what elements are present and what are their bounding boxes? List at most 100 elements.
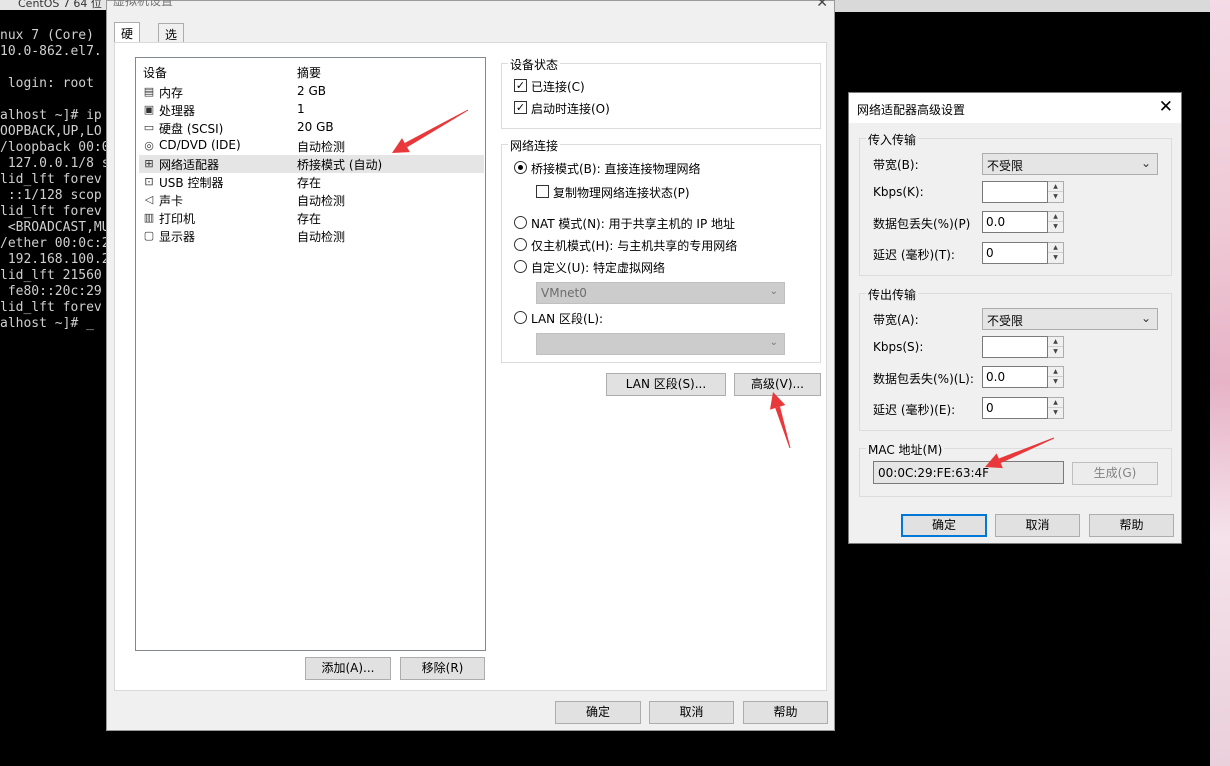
outgoing-latency-stepper[interactable]: 0 ▲ ▼	[982, 397, 1064, 419]
spin-down-icon[interactable]: ▼	[1048, 408, 1063, 418]
device-row[interactable]: ▣ 处理器 1	[139, 101, 484, 119]
ok-button[interactable]: 确定	[555, 701, 641, 724]
replicate-state-checkbox[interactable]	[536, 185, 549, 198]
device-row[interactable]: ⊡ USB 控制器 存在	[139, 173, 484, 191]
spin-down-icon[interactable]: ▼	[1048, 222, 1063, 232]
incoming-latency-input[interactable]: 0	[982, 242, 1048, 264]
tab-hardware[interactable]: 硬件	[114, 22, 141, 58]
spin-up-icon[interactable]: ▲	[1048, 182, 1063, 192]
advanced-title-bar: 网络适配器高级设置 ✕	[849, 93, 1181, 123]
lan-segment-select[interactable]: ⌄	[536, 333, 785, 355]
spin-up-icon[interactable]: ▲	[1048, 243, 1063, 253]
incoming-loss-input[interactable]: 0.0	[982, 211, 1048, 233]
spin-up-icon[interactable]: ▲	[1048, 337, 1063, 347]
outgoing-kbps-input[interactable]	[982, 336, 1048, 358]
outgoing-loss-stepper[interactable]: 0.0 ▲ ▼	[982, 366, 1064, 388]
vmnet-value: VMnet0	[541, 286, 587, 300]
custom-radio[interactable]	[514, 260, 527, 273]
outgoing-latency-input[interactable]: 0	[982, 397, 1048, 419]
cd-dvd-icon: ◎	[144, 139, 154, 152]
terminal-line: lid_lft forev	[0, 300, 102, 315]
bridged-radio[interactable]	[514, 161, 527, 174]
mac-title: MAC 地址(M)	[866, 441, 945, 458]
lan-segment-radio[interactable]	[514, 311, 527, 324]
help-button[interactable]: 帮助	[743, 701, 828, 724]
add-device-button[interactable]: 添加(A)...	[305, 657, 391, 680]
terminal-line: OOPBACK,UP,LO	[0, 124, 102, 139]
outgoing-loss-input[interactable]: 0.0	[982, 366, 1048, 388]
advanced-cancel-button[interactable]: 取消	[995, 514, 1080, 537]
spin-down-icon[interactable]: ▼	[1048, 347, 1063, 357]
terminal-line: lid_lft 21560	[0, 268, 102, 283]
spin-up-icon[interactable]: ▲	[1048, 398, 1063, 408]
device-summary: 自动检测	[297, 194, 346, 208]
close-icon[interactable]: ✕	[1159, 97, 1173, 117]
device-summary: 1	[297, 102, 305, 116]
incoming-bandwidth-value: 不受限	[987, 159, 1024, 173]
network-connection-title: 网络连接	[508, 137, 561, 154]
advanced-help-button[interactable]: 帮助	[1089, 514, 1174, 537]
device-summary: 2 GB	[297, 84, 326, 98]
advanced-ok-button[interactable]: 确定	[901, 514, 987, 537]
close-icon[interactable]: ✕	[816, 0, 828, 11]
advanced-button[interactable]: 高级(V)...	[734, 373, 821, 396]
hard-disk-icon: ▭	[143, 121, 155, 134]
taskbar-tab-label: CentOS 7 64 位	[18, 0, 102, 10]
spin-down-icon[interactable]: ▼	[1048, 192, 1063, 202]
generate-mac-button[interactable]: 生成(G)	[1072, 462, 1158, 485]
summary-column-header[interactable]: 摘要	[297, 64, 321, 81]
device-row[interactable]: ▭ 硬盘 (SCSI) 20 GB	[139, 119, 484, 137]
advanced-settings-dialog: 网络适配器高级设置 ✕ 传入传输 带宽(B): 不受限 ⌄ Kbps(K): ▲…	[848, 92, 1182, 544]
incoming-kbps-input[interactable]	[982, 181, 1048, 203]
incoming-kbps-stepper[interactable]: ▲ ▼	[982, 181, 1064, 203]
outgoing-bandwidth-value: 不受限	[987, 314, 1024, 328]
network-connection-group: 网络连接 桥接模式(B): 直接连接物理网络 复制物理网络连接状态(P) NAT…	[501, 137, 821, 363]
nat-radio[interactable]	[514, 216, 527, 229]
tab-options[interactable]: 选项	[158, 23, 185, 59]
terminal-line: /loopback 00:0	[0, 140, 106, 155]
device-row[interactable]: ▥ 打印机 存在	[139, 209, 484, 227]
device-column-header[interactable]: 设备	[143, 64, 167, 81]
sound-card-icon: ◁	[144, 193, 154, 206]
lan-segments-button[interactable]: LAN 区段(S)...	[606, 373, 726, 396]
device-row[interactable]: ◎ CD/DVD (IDE) 自动检测	[139, 137, 484, 155]
device-row[interactable]: ▤ 内存 2 GB	[139, 83, 484, 101]
spin-up-icon[interactable]: ▲	[1048, 212, 1063, 222]
chevron-down-icon: ⌄	[1140, 311, 1151, 325]
remove-device-button[interactable]: 移除(R)	[400, 657, 485, 680]
device-summary: 桥接模式 (自动)	[297, 158, 383, 172]
device-row[interactable]: ⊞ 网络适配器 桥接模式 (自动)	[139, 155, 484, 173]
terminal-line: lid_lft forev	[0, 172, 102, 187]
lan-segment-label: LAN 区段(L):	[531, 312, 604, 326]
display-icon: ▢	[143, 229, 155, 242]
device-name: 内存	[159, 86, 184, 100]
host-only-radio[interactable]	[514, 238, 527, 251]
device-summary: 自动检测	[297, 140, 346, 154]
outgoing-bandwidth-label: 带宽(A):	[873, 313, 919, 327]
cancel-button[interactable]: 取消	[649, 701, 734, 724]
device-list[interactable]: 设备 摘要 ▤ 内存 2 GB ▣ 处理器 1 ▭ 硬盘 (SCSI) 20 GB ◎ CD/DVD…	[135, 57, 486, 651]
device-row[interactable]: ◁ 声卡 自动检测	[139, 191, 484, 209]
chevron-down-icon: ⌄	[769, 286, 778, 297]
incoming-loss-stepper[interactable]: 0.0 ▲ ▼	[982, 211, 1064, 233]
spin-down-icon[interactable]: ▼	[1048, 377, 1063, 387]
incoming-bandwidth-select[interactable]: 不受限 ⌄	[982, 153, 1158, 175]
taskbar-tab[interactable]: CentOS 7 64 位	[0, 0, 106, 10]
device-status-group: 设备状态 ✓ 已连接(C) ✓ 启动时连接(O)	[501, 56, 821, 129]
background-window-edge	[835, 0, 1215, 12]
spin-up-icon[interactable]: ▲	[1048, 367, 1063, 377]
outgoing-kbps-stepper[interactable]: ▲ ▼	[982, 336, 1064, 358]
incoming-latency-stepper[interactable]: 0 ▲ ▼	[982, 242, 1064, 264]
vm-settings-dialog: 虚拟机设置 ✕ 硬件 选项 设备 摘要 ▤ 内存 2 GB ▣ 处理器 1 ▭ 硬盘 (SCS…	[106, 0, 835, 731]
printer-icon: ▥	[143, 211, 155, 224]
connect-on-power-checkbox[interactable]: ✓	[514, 101, 527, 114]
connected-checkbox[interactable]: ✓	[514, 79, 527, 92]
mac-address-field[interactable]: 00:0C:29:FE:63:4F	[873, 461, 1064, 484]
device-name: 网络适配器	[159, 158, 220, 172]
vmnet-select[interactable]: VMnet0 ⌄	[536, 282, 785, 304]
spin-down-icon[interactable]: ▼	[1048, 253, 1063, 263]
custom-label: 自定义(U): 特定虚拟网络	[531, 261, 666, 275]
device-row[interactable]: ▢ 显示器 自动检测	[139, 227, 484, 245]
outgoing-bandwidth-select[interactable]: 不受限 ⌄	[982, 308, 1158, 330]
outgoing-latency-label: 延迟 (毫秒)(E):	[873, 403, 956, 417]
